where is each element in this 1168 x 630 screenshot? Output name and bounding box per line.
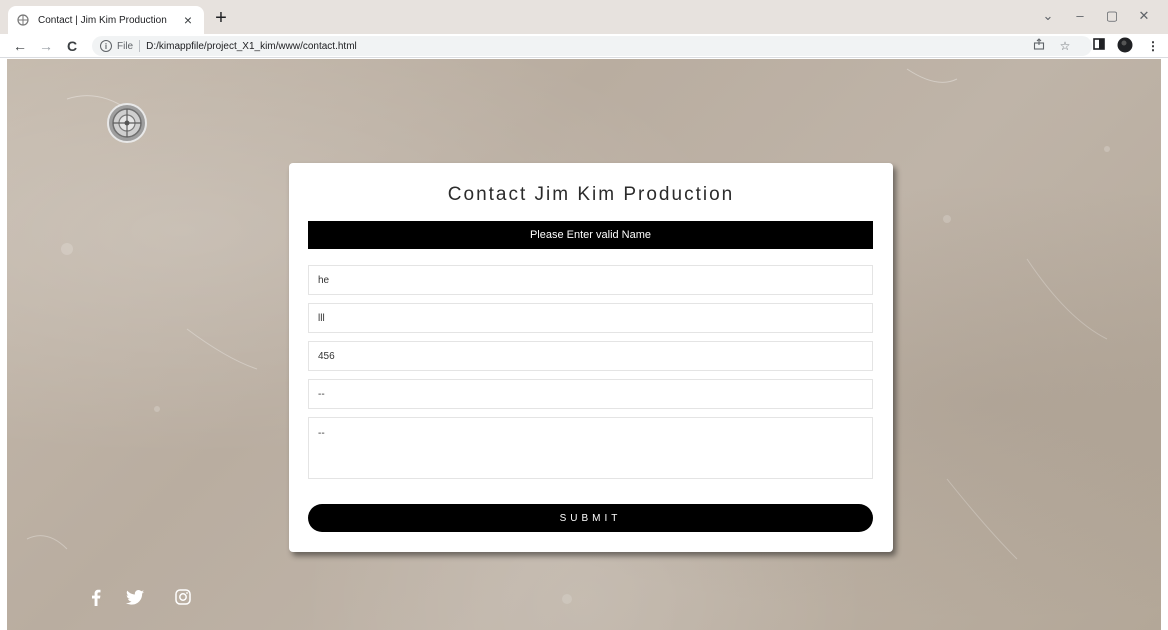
- close-window-button[interactable]: ✕: [1128, 6, 1160, 26]
- phone-input[interactable]: [308, 341, 873, 371]
- info-icon[interactable]: i: [100, 40, 112, 52]
- message-textarea[interactable]: --: [308, 417, 873, 479]
- twitter-icon[interactable]: [125, 587, 145, 607]
- new-tab-button[interactable]: +: [210, 8, 232, 30]
- forward-button[interactable]: →: [36, 36, 56, 56]
- submit-button[interactable]: SUBMIT: [308, 504, 873, 532]
- site-favicon-icon: [16, 13, 30, 27]
- site-logo[interactable]: [106, 102, 148, 144]
- restore-button[interactable]: ▢: [1096, 6, 1128, 26]
- address-divider: [139, 40, 141, 52]
- browser-tab-bar: Contact | Jim Kim Production × + ⌄ – ▢ ✕: [0, 0, 1168, 34]
- browser-tab[interactable]: Contact | Jim Kim Production ×: [8, 6, 204, 34]
- instagram-icon[interactable]: [173, 587, 193, 607]
- side-panel-icon[interactable]: [1090, 37, 1108, 55]
- page-title: Contact Jim Kim Production: [447, 184, 735, 205]
- share-icon[interactable]: [1030, 37, 1048, 55]
- url-text: D:/kimappfile/project_X1_kim/www/contact…: [146, 40, 357, 52]
- more-menu-icon[interactable]: ⋮: [1144, 37, 1162, 55]
- facebook-icon[interactable]: [86, 587, 106, 607]
- reload-button[interactable]: C: [62, 36, 82, 56]
- back-button[interactable]: ←: [10, 36, 30, 56]
- fourth-input[interactable]: [308, 379, 873, 409]
- tab-title: Contact | Jim Kim Production: [38, 14, 167, 26]
- scheme-label: File: [117, 40, 134, 52]
- tab-search-chevron-icon[interactable]: ⌄: [1032, 6, 1064, 26]
- profile-avatar-icon[interactable]: [1116, 37, 1134, 55]
- bookmark-star-icon[interactable]: ☆: [1056, 37, 1074, 55]
- tab-close-icon[interactable]: ×: [180, 12, 196, 28]
- browser-toolbar: ← → C i File D:/kimappfile/project_X1_ki…: [0, 34, 1168, 58]
- name-input[interactable]: [308, 265, 873, 295]
- contact-card: Contact Jim Kim Production Please Enter …: [289, 163, 893, 552]
- second-input[interactable]: [308, 303, 873, 333]
- page-viewport: Contact Jim Kim Production Please Enter …: [7, 59, 1161, 630]
- minimize-button[interactable]: –: [1064, 6, 1096, 26]
- error-message: Please Enter valid Name: [308, 221, 873, 249]
- address-bar[interactable]: i File D:/kimappfile/project_X1_kim/www/…: [92, 36, 1092, 56]
